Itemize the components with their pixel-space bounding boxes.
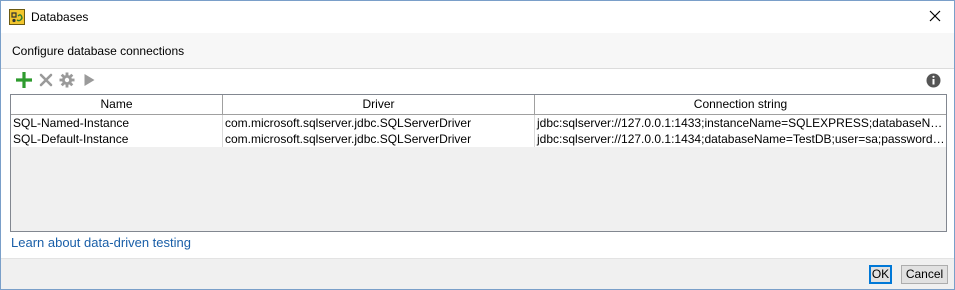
add-connection-button[interactable] [15,71,33,89]
column-header-connection-string[interactable]: Connection string [535,95,946,114]
close-button[interactable] [924,5,946,27]
table-header: Name Driver Connection string [11,95,946,115]
toolbar [11,71,946,91]
databases-dialog: Databases Configure database connections [0,0,955,290]
play-icon [84,74,95,86]
column-header-name[interactable]: Name [11,95,223,114]
cell-driver: com.microsoft.sqlserver.jdbc.SQLServerDr… [223,115,535,131]
plus-icon [16,72,32,88]
remove-connection-button[interactable] [37,71,55,89]
info-icon [926,73,940,87]
cell-driver: com.microsoft.sqlserver.jdbc.SQLServerDr… [223,131,535,147]
configure-connection-button[interactable] [58,71,76,89]
gear-icon [59,72,75,88]
dialog-footer: OK Cancel [1,259,954,289]
cancel-button[interactable]: Cancel [901,265,948,284]
cell-connection-string: jdbc:sqlserver://127.0.0.1:1433;instance… [537,116,946,130]
table-row[interactable]: SQL-Named-Instance com.microsoft.sqlserv… [11,115,946,131]
cell-name: SQL-Named-Instance [11,115,223,131]
column-header-driver[interactable]: Driver [223,95,535,114]
app-icon [9,9,25,25]
run-connection-button[interactable] [80,71,98,89]
table-row[interactable]: SQL-Default-Instance com.microsoft.sqlse… [11,131,946,147]
ok-button[interactable]: OK [869,265,892,284]
cell-connection-string: jdbc:sqlserver://127.0.0.1:1434;database… [537,132,946,146]
close-icon [929,10,941,22]
dialog-header: Configure database connections [1,33,954,69]
header-description: Configure database connections [12,44,185,58]
info-button[interactable] [925,72,941,88]
learn-data-driven-testing-link[interactable]: Learn about data-driven testing [11,235,191,250]
title-bar[interactable]: Databases [1,1,954,33]
x-icon [39,73,53,87]
connections-table[interactable]: Name Driver Connection string SQL-Named-… [10,94,947,232]
window-title: Databases [31,10,89,24]
cell-name: SQL-Default-Instance [11,131,223,147]
